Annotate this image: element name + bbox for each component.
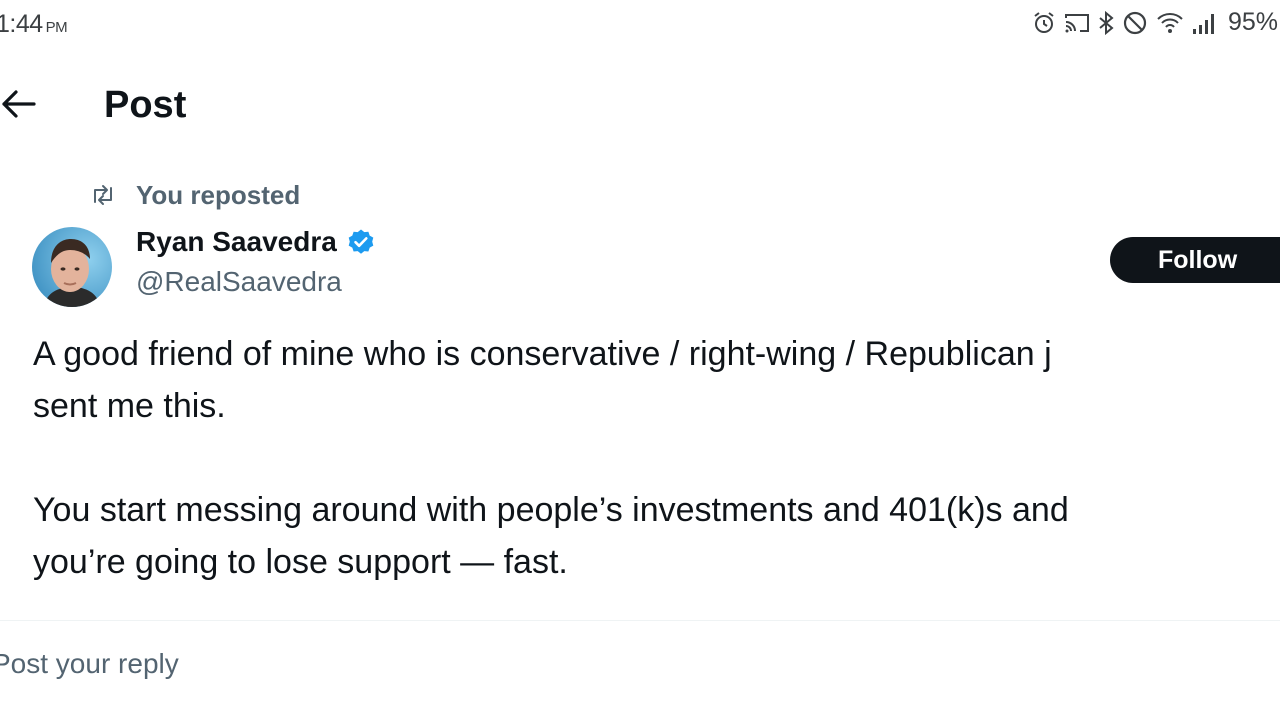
divider: [0, 620, 1280, 621]
status-time-ampm: PM: [45, 19, 68, 36]
status-bar: 1:44 PM 95%: [0, 0, 1280, 52]
wifi-icon: [1157, 12, 1183, 33]
author-handle[interactable]: @RealSaavedra: [136, 266, 342, 298]
reply-input[interactable]: Post your reply: [0, 648, 179, 680]
repost-context: You reposted: [90, 178, 300, 212]
status-icons: 95%: [1032, 8, 1278, 37]
author-avatar[interactable]: [32, 227, 112, 307]
tweet-text-line: sent me this.: [33, 387, 226, 425]
battery-level: 95%: [1228, 8, 1279, 36]
post-screen: 1:44 PM 95% Post You reposted Ryan Saave…: [0, 0, 1280, 720]
follow-button[interactable]: Follow: [1110, 237, 1280, 283]
status-time-value: 1:44: [0, 10, 43, 38]
status-time: 1:44 PM: [0, 10, 68, 39]
top-bar: Post: [0, 66, 1280, 146]
avatar-image: [32, 227, 112, 307]
author-name: Ryan Saavedra: [136, 226, 337, 257]
tweet-text-line: A good friend of mine who is conservativ…: [33, 335, 1052, 373]
tweet-text-line: You start messing around with people’s i…: [33, 491, 1069, 529]
do-not-disturb-icon: [1123, 11, 1147, 34]
verified-badge-icon: [348, 229, 374, 254]
tweet-text-line: you’re going to lose support — fast.: [33, 543, 568, 581]
back-button[interactable]: [0, 84, 40, 124]
signal-icon: [1193, 13, 1214, 34]
alarm-icon: [1034, 11, 1054, 33]
repost-label: You reposted: [136, 179, 301, 210]
cast-icon: [1065, 13, 1089, 32]
bluetooth-icon: [1099, 10, 1114, 35]
page-title: Post: [104, 84, 187, 126]
tweet-text: A good friend of mine who is conservativ…: [33, 328, 1280, 588]
repost-icon: [94, 185, 112, 205]
author-name-row[interactable]: Ryan Saavedra: [136, 226, 375, 258]
arrow-left-icon: [2, 90, 36, 118]
